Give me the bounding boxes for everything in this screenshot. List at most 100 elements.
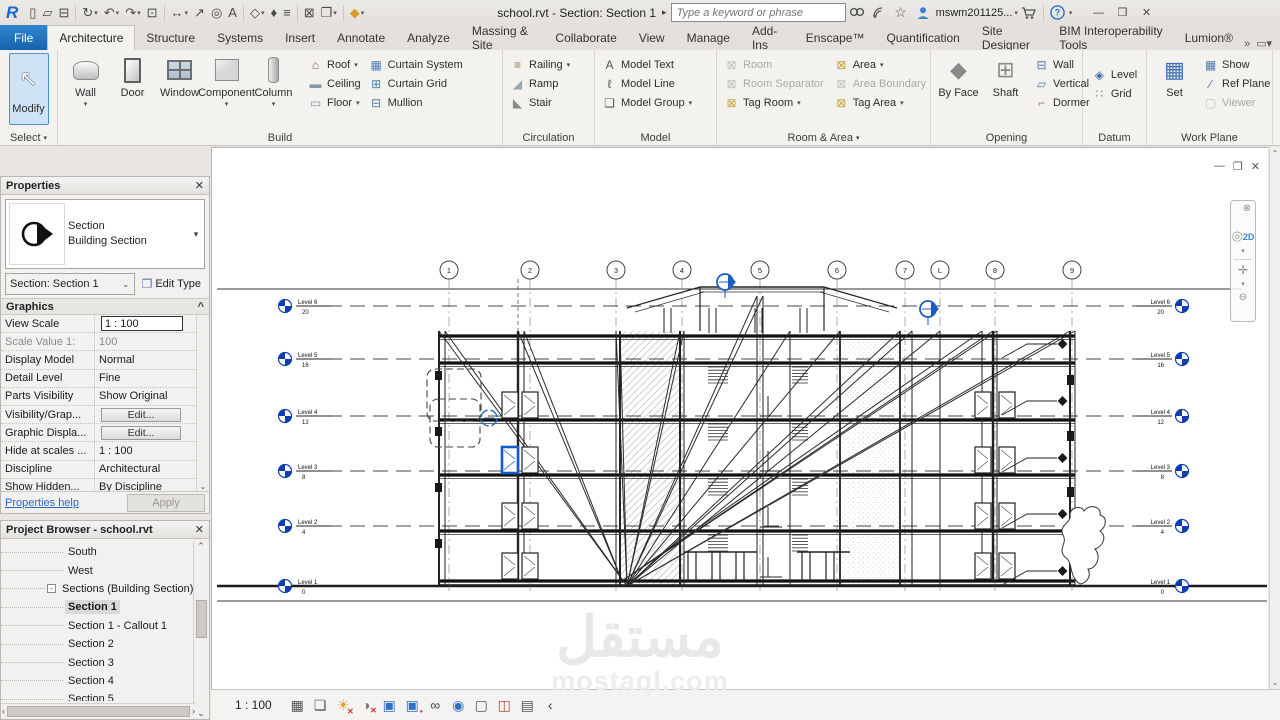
property-row[interactable]: Hide at scales ... 1 : 100 [1, 442, 209, 461]
tag-room-button[interactable]: ⊠ Tag Room ▾ [721, 93, 827, 112]
sync-icon[interactable]: ↻ ▾ [79, 2, 100, 24]
panel-label-select[interactable]: Select ▾ [0, 129, 57, 146]
close-button[interactable]: ✕ [1134, 3, 1158, 23]
tab-massing-site[interactable]: Massing & Site [461, 24, 545, 52]
analytical-model-icon[interactable]: ◫ [495, 696, 514, 715]
navbar-close-icon[interactable]: ⊗ [1243, 203, 1251, 214]
properties-close-icon[interactable]: ✕ [195, 179, 204, 192]
reveal-hidden-icon[interactable]: ∞ [426, 695, 445, 714]
browser-item-section-1-callout-1[interactable]: Section 1 - Callout 1 [1, 617, 209, 635]
tab-systems[interactable]: Systems [206, 25, 274, 50]
redo-icon[interactable]: ↷ ▾ [122, 2, 143, 24]
tab-architecture[interactable]: Architecture [47, 25, 136, 50]
steering-wheel-2d-icon[interactable]: ◎2D [1232, 228, 1255, 244]
graphics-group-header[interactable]: Graphics ^ [1, 298, 209, 315]
temp-hide-isolate-icon[interactable]: ◉ [449, 696, 468, 715]
window-button[interactable]: Window [156, 52, 203, 129]
tab-add-ins[interactable]: Add-Ins [741, 24, 795, 52]
set-work-plane-button[interactable]: ▦ Set [1151, 52, 1198, 129]
type-selector-chevron-icon[interactable]: ▾ [188, 200, 204, 268]
floor-button[interactable]: ▭ Floor ▾ [305, 93, 364, 112]
area-button[interactable]: ⊠ Area ▾ [831, 55, 929, 74]
apply-button[interactable]: Apply [127, 493, 205, 512]
username-chevron-icon[interactable]: ▾ [1014, 9, 1018, 17]
print-icon[interactable]: ⊡ [144, 2, 161, 24]
browser-item-section-1[interactable]: Section 1 [1, 598, 209, 616]
edit-button[interactable]: Edit... [101, 407, 181, 422]
mullion-button[interactable]: ⊟ Mullion [366, 93, 466, 112]
grid-button[interactable]: ∷ Grid [1089, 84, 1140, 103]
type-selector[interactable]: Section Building Section ▾ [5, 199, 205, 269]
element-selector-combo[interactable]: Section: Section 1 ⌄ [5, 273, 135, 295]
browser-item-west[interactable]: West [1, 561, 209, 579]
properties-header[interactable]: Properties ✕ [1, 177, 209, 195]
reveal-constraints-icon[interactable]: ▤ [518, 696, 537, 715]
detail-level-icon[interactable]: ▦ [288, 696, 307, 715]
wall-button[interactable]: Wall ▾ [62, 52, 109, 129]
measure-icon[interactable]: ↔ ▾ [168, 2, 192, 24]
tab-structure[interactable]: Structure [135, 25, 206, 50]
properties-help-link[interactable]: Properties help [5, 497, 79, 509]
tab-insert[interactable]: Insert [274, 25, 326, 50]
shadows-icon[interactable]: ◑ ✕ [357, 695, 377, 716]
browser-item-south[interactable]: South [1, 543, 209, 561]
ref-plane-button[interactable]: ∕ Ref Plane [1200, 74, 1273, 93]
curtain-system-button[interactable]: ▦ Curtain System [366, 55, 466, 74]
search-input[interactable] [670, 3, 846, 22]
property-row[interactable]: Visibility/Grap... Edit... [1, 405, 209, 425]
tab-overflow-icon[interactable]: » [1244, 38, 1250, 50]
tab-analyze[interactable]: Analyze [396, 25, 461, 50]
workset-icon[interactable]: ◆ ▾ [347, 2, 368, 24]
level-button[interactable]: ◈ Level [1089, 65, 1140, 84]
model-text-button[interactable]: A Model Text [599, 55, 695, 74]
tab-annotate[interactable]: Annotate [326, 25, 396, 50]
open-icon[interactable]: ▱ [39, 2, 55, 24]
browser-item-section-2[interactable]: Section 2 [1, 635, 209, 653]
title-arrow-icon[interactable]: ▸ [662, 7, 667, 18]
property-row[interactable]: Scale Value 1: 100 [1, 333, 209, 352]
restore-button[interactable]: ❐ [1110, 3, 1134, 23]
edit-type-button[interactable]: ❐ Edit Type [138, 273, 205, 295]
column-button[interactable]: Column ▾ [250, 52, 297, 129]
curtain-grid-button[interactable]: ⊞ Curtain Grid [366, 74, 466, 93]
browser-item-section-4[interactable]: Section 4 [1, 672, 209, 690]
property-row[interactable]: Detail Level Fine [1, 369, 209, 388]
navigation-bar[interactable]: ⊗ ◎2D ▾ ✛ ▾ ⊖ [1230, 200, 1256, 322]
stair-button[interactable]: ◣ Stair [507, 93, 573, 112]
roof-button[interactable]: ⌂ Roof ▾ [305, 55, 364, 74]
section-icon[interactable]: ♦ [267, 2, 280, 24]
switch-windows-icon[interactable]: ❐ ▾ [318, 2, 340, 24]
close-hidden-windows-icon[interactable]: ⊠ [301, 2, 318, 24]
panel-label-build[interactable]: Build [58, 129, 502, 146]
navbar-collapse-icon[interactable]: ⊖ [1239, 292, 1247, 303]
component-button[interactable]: Component ▾ [198, 52, 255, 129]
text-icon[interactable]: A [225, 2, 240, 24]
back-chevron-icon[interactable]: ‹ [541, 695, 560, 714]
username[interactable]: mswm201125... [936, 7, 1013, 19]
tree-vertical-scrollbar[interactable]: ⌃ ⌄ [193, 541, 208, 719]
tag-icon[interactable]: ◎ [208, 2, 225, 24]
navbar-wheel-chevron-icon[interactable]: ▾ [1241, 247, 1245, 255]
opening-shaft-button[interactable]: ⊞ Shaft [982, 52, 1029, 129]
app-store-cart-icon[interactable] [1019, 3, 1039, 23]
tree-collapse-icon[interactable]: - [47, 584, 56, 594]
panel-label-circulation[interactable]: Circulation [503, 129, 594, 146]
edit-button[interactable]: Edit... [101, 425, 181, 440]
door-button[interactable]: Door [109, 52, 156, 129]
save-icon[interactable]: ⊟ [55, 2, 72, 24]
user-avatar-icon[interactable] [913, 3, 933, 23]
help-icon[interactable]: ? [1048, 3, 1068, 23]
property-row[interactable]: Discipline Architectural [1, 460, 209, 479]
property-row[interactable]: Display Model Normal [1, 351, 209, 370]
favorites-star-icon[interactable]: ☆ [891, 3, 911, 23]
new-icon[interactable]: ▯ [26, 2, 39, 24]
crop-view-icon[interactable]: ▣ [380, 696, 399, 715]
project-browser-close-icon[interactable]: ✕ [195, 523, 204, 536]
property-row[interactable]: Show Hidden... By Discipline [1, 478, 209, 491]
tab-enscape-[interactable]: Enscape™ [795, 25, 876, 50]
project-browser-header[interactable]: Project Browser - school.rvt ✕ [1, 521, 209, 539]
tab-file[interactable]: File [0, 25, 48, 50]
canvas-vertical-scrollbar[interactable]: ⌃ ⌄ [1269, 147, 1280, 689]
property-row[interactable]: Graphic Displa... Edit... [1, 424, 209, 443]
opening-by-face-button[interactable]: ◆ By Face [935, 52, 982, 129]
